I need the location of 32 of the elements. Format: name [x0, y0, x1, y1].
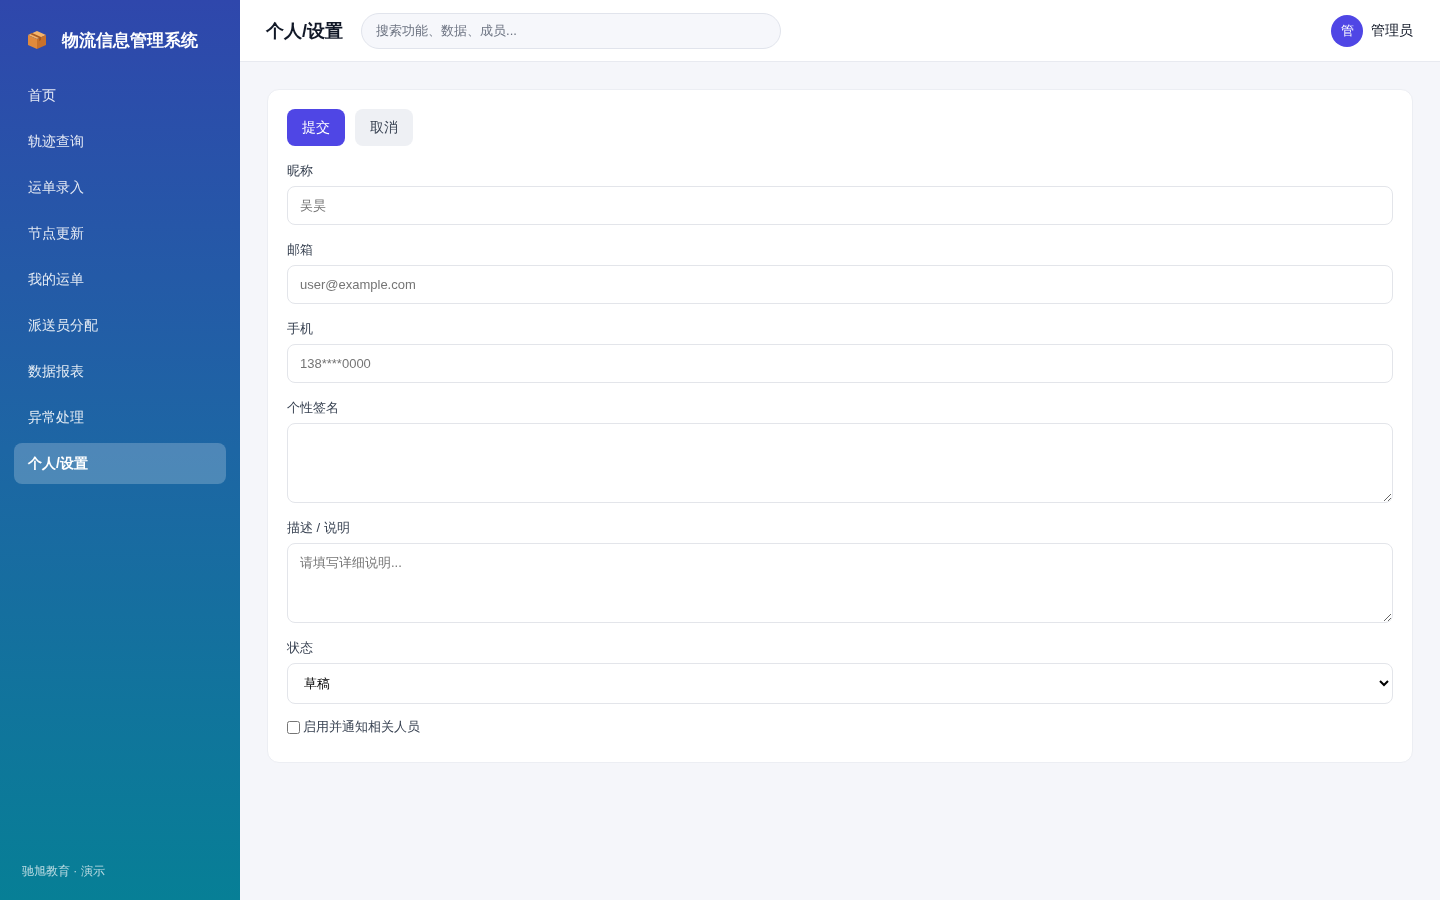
field-label: 状态: [287, 639, 313, 657]
checkbox-label: 启用并通知相关人员: [303, 718, 420, 736]
field-label: 手机: [287, 320, 313, 338]
cancel-button[interactable]: 取消: [355, 109, 413, 146]
sidebar-item[interactable]: 轨迹查询: [14, 121, 226, 162]
user-name: 管理员: [1371, 21, 1413, 40]
sidebar-item[interactable]: 运单录入: [14, 167, 226, 208]
sidebar-item[interactable]: 我的运单: [14, 259, 226, 300]
sidebar-item[interactable]: 个人/设置: [14, 443, 226, 484]
field-label: 邮箱: [287, 241, 313, 259]
input-field[interactable]: user@example.com: [287, 265, 1393, 304]
user-avatar[interactable]: 管: [1331, 14, 1363, 47]
sidebar-item[interactable]: 节点更新: [14, 213, 226, 254]
field-label: 描述 / 说明: [287, 519, 350, 537]
sidebar-item[interactable]: 异常处理: [14, 397, 226, 438]
checkbox[interactable]: [287, 720, 300, 734]
box-icon: [27, 30, 47, 50]
brand-title: 物流信息管理系统: [62, 29, 198, 52]
search-field[interactable]: 搜索功能、数据、成员...: [361, 12, 781, 49]
input-field[interactable]: 吴昊: [287, 186, 1393, 225]
input-field[interactable]: 138****0000: [287, 344, 1393, 383]
sidebar-item[interactable]: 派送员分配: [14, 305, 226, 346]
sidebar-item[interactable]: 首页: [14, 75, 226, 116]
page-title: 个人/设置: [266, 19, 343, 43]
submit-button[interactable]: 提交: [287, 109, 345, 146]
field-label: 个性签名: [287, 399, 339, 417]
select-field[interactable]: 草稿: [287, 663, 1393, 704]
sidebar-footer: 驰旭教育 · 演示: [14, 863, 105, 880]
field-label: 昵称: [287, 162, 313, 180]
sidebar-item[interactable]: 数据报表: [14, 351, 226, 392]
textarea-field[interactable]: 请填写详细说明...: [287, 543, 1393, 623]
textarea-field[interactable]: [287, 423, 1393, 503]
